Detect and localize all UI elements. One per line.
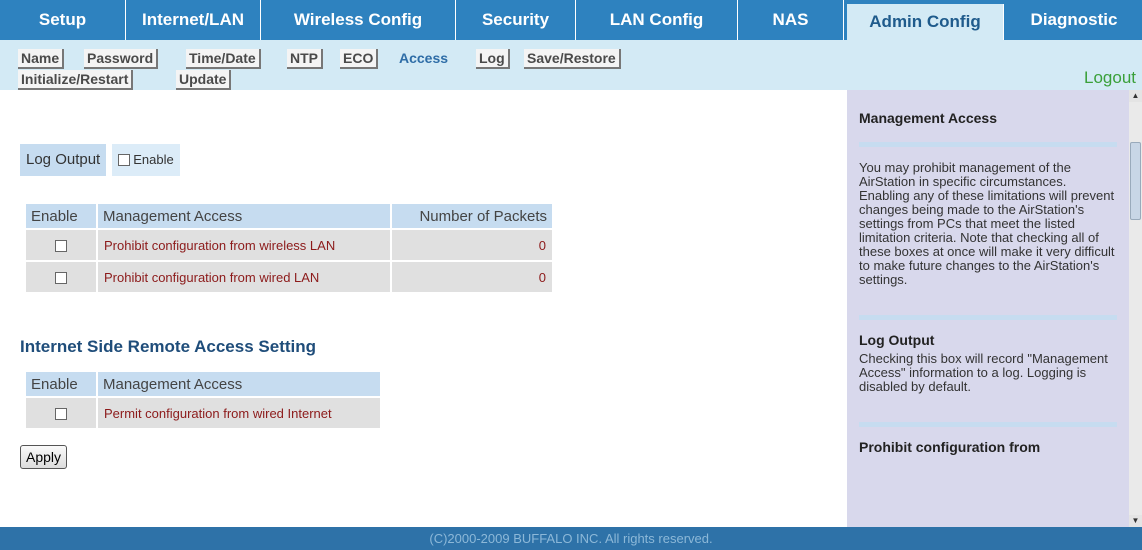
log-output-enable-label: Enable — [133, 152, 174, 167]
tab-security[interactable]: Security — [456, 0, 576, 40]
prohibit-wireless-checkbox[interactable] — [55, 240, 67, 253]
subnav-eco[interactable]: ECO — [340, 49, 379, 69]
scroll-thumb[interactable] — [1130, 142, 1141, 220]
subnav-password[interactable]: Password — [84, 49, 159, 69]
row-label: Prohibit configuration from wireless LAN — [98, 230, 390, 260]
col-management-access: Management Access — [98, 372, 380, 396]
log-output-row: Log Output Enable — [20, 144, 180, 176]
log-output-checkbox[interactable] — [118, 154, 131, 166]
table-row: Prohibit configuration from wireless LAN… — [26, 230, 552, 260]
help-log-output-text: Checking this box will record "Managemen… — [859, 351, 1108, 394]
subnav-update[interactable]: Update — [176, 70, 232, 90]
row-label: Permit configuration from wired Internet — [98, 398, 380, 428]
tab-admin-config[interactable]: Admin Config — [847, 4, 1004, 40]
help-divider — [859, 422, 1117, 427]
tab-wireless-config[interactable]: Wireless Config — [261, 0, 456, 40]
row-enable-cell — [26, 230, 96, 260]
scroll-down-icon[interactable]: ▼ — [1129, 515, 1142, 527]
subnav-ntp[interactable]: NTP — [287, 49, 323, 69]
col-management-access: Management Access — [98, 204, 390, 228]
col-enable: Enable — [26, 372, 96, 396]
help-sidebar: Management Access You may prohibit manag… — [847, 90, 1129, 527]
help-divider — [859, 315, 1117, 320]
apply-button[interactable]: Apply — [20, 445, 68, 469]
tab-diagnostic[interactable]: Diagnostic — [1006, 0, 1142, 40]
table-row: Prohibit configuration from wired LAN 0 — [26, 262, 552, 292]
subnav-time-date[interactable]: Time/Date — [186, 49, 261, 69]
remote-access-title: Internet Side Remote Access Setting — [20, 337, 317, 356]
logout-link[interactable]: Logout — [1084, 68, 1136, 88]
help-management-access-title: Management Access — [859, 110, 997, 126]
row-packets: 0 — [392, 230, 552, 260]
subnav-access[interactable]: Access — [396, 49, 454, 69]
help-management-access-text: You may prohibit management of the AirSt… — [859, 160, 1115, 287]
log-output-enable: Enable — [112, 144, 180, 176]
main-content: Log Output Enable Enable Management Acce… — [0, 90, 845, 527]
management-access-table: Enable Management Access Number of Packe… — [24, 202, 554, 294]
col-number-of-packets: Number of Packets — [392, 204, 552, 228]
permit-wired-internet-checkbox[interactable] — [55, 408, 67, 421]
top-navigation: Setup Internet/LAN Wireless Config Secur… — [0, 0, 1142, 40]
sub-navigation: Name Password Time/Date NTP ECO Access L… — [0, 40, 1142, 90]
scroll-up-icon[interactable]: ▲ — [1129, 90, 1142, 102]
col-enable: Enable — [26, 204, 96, 228]
subnav-log[interactable]: Log — [476, 49, 510, 69]
tab-setup[interactable]: Setup — [0, 0, 126, 40]
subnav-initialize-restart[interactable]: Initialize/Restart — [18, 70, 134, 90]
subnav-name[interactable]: Name — [18, 49, 65, 69]
help-divider — [859, 142, 1117, 147]
row-label: Prohibit configuration from wired LAN — [98, 262, 390, 292]
row-packets: 0 — [392, 262, 552, 292]
subnav-save-restore[interactable]: Save/Restore — [524, 49, 621, 69]
table-row: Permit configuration from wired Internet — [26, 398, 380, 428]
remote-access-table: Enable Management Access Permit configur… — [24, 370, 382, 430]
help-scrollbar[interactable]: ▲ ▼ — [1129, 90, 1142, 527]
log-output-label: Log Output — [20, 144, 107, 176]
footer-copyright: (C)2000-2009 BUFFALO INC. All rights res… — [0, 527, 1142, 550]
prohibit-wired-checkbox[interactable] — [55, 272, 67, 285]
tab-nas[interactable]: NAS — [738, 0, 844, 40]
help-prohibit-title: Prohibit configuration from — [859, 439, 1041, 455]
help-log-output-title: Log Output — [859, 332, 935, 348]
row-enable-cell — [26, 262, 96, 292]
tab-lan-config[interactable]: LAN Config — [576, 0, 738, 40]
row-enable-cell — [26, 398, 96, 428]
tab-internet-lan[interactable]: Internet/LAN — [126, 0, 261, 40]
